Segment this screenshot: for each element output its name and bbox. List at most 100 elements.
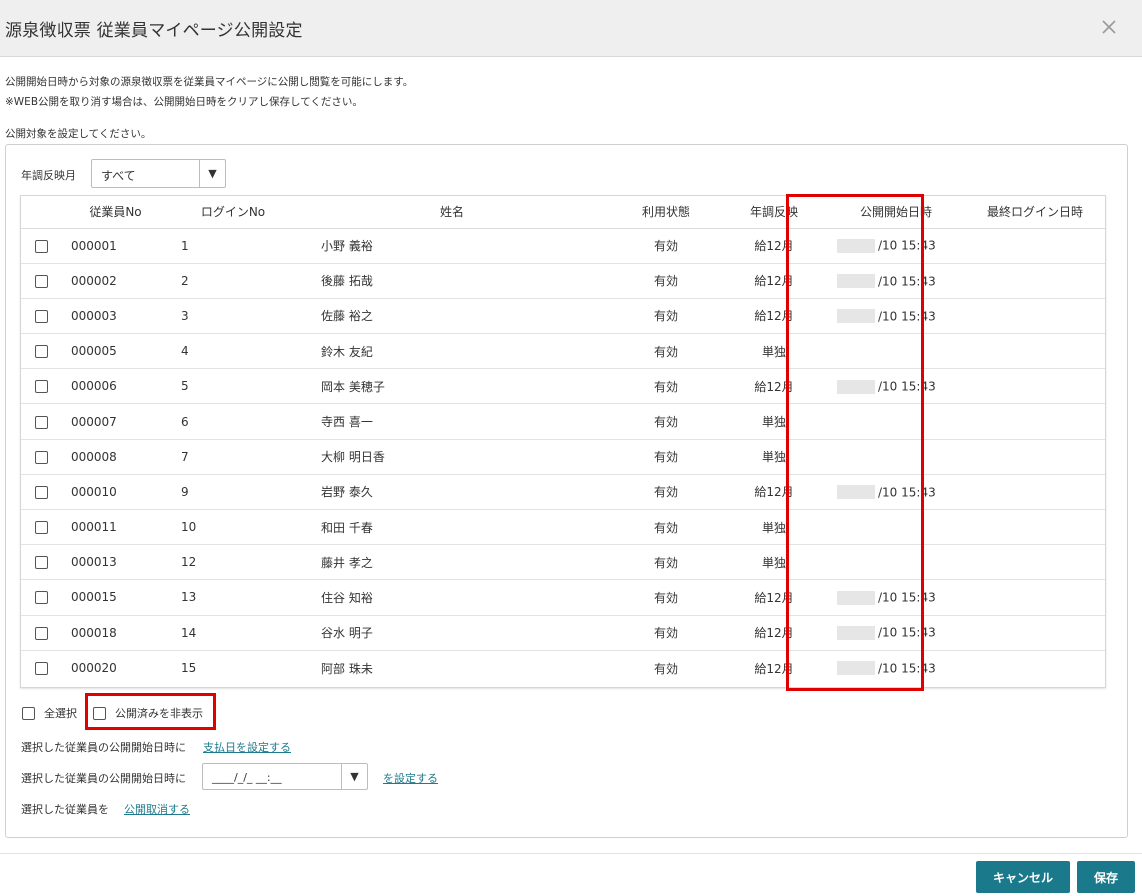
row-checkbox-cell[interactable] [21,263,58,299]
cell-name: 寺西 喜一 [293,403,611,440]
row-checkbox-cell[interactable] [21,439,58,475]
cell-name: 大柳 明日香 [293,439,611,475]
row-checkbox-cell[interactable] [21,333,58,370]
set-payday-link[interactable]: 支払日を設定する [203,739,291,755]
cell-last-login [965,368,1105,405]
datetime-dropdown-icon[interactable]: ▼ [341,764,367,789]
cell-nencho: 給12月 [721,615,827,651]
redacted-date [837,661,875,676]
row-checkbox[interactable] [34,345,48,359]
cell-publish-start-wrap: /10 15:43 [827,298,965,335]
dialog-title: 源泉徴収票 従業員マイページ公開設定 [5,21,303,41]
table-row[interactable]: 000001 1 小野 義裕 有効 給12月/10 15:43 [21,228,1105,264]
hide-published-option[interactable]: 公開済みを非表示 [93,705,203,721]
row-checkbox[interactable] [34,239,48,253]
redacted-date [837,485,875,500]
dropdown-arrow-icon[interactable]: ▼ [199,160,225,187]
cancel-publish-link[interactable]: 公開取消する [124,801,190,817]
cell-last-login [965,615,1105,651]
table-row[interactable]: 000006 5 岡本 美穂子 有効 給12月/10 15:43 [21,368,1105,405]
cell-status: 有効 [611,403,721,440]
cell-employee-no: 000020 [71,661,117,676]
table-row[interactable]: 000008 7 大柳 明日香 有効 単独 [21,439,1105,475]
table-row[interactable]: 000018 14 谷水 明子 有効 給12月/10 15:43 [21,615,1105,651]
header-publish-start: 公開開始日時 [827,196,965,229]
row-checkbox[interactable] [34,521,48,535]
cell-publish-start-wrap [827,439,965,475]
cell-last-login [965,439,1105,475]
cancel-button[interactable]: キャンセル [976,861,1070,893]
row-checkbox-cell[interactable] [21,544,58,581]
cell-login-no: 10 [173,509,293,546]
cell-name: 岡本 美穂子 [293,368,611,405]
description-line-1: 公開開始日時から対象の源泉徴収票を従業員マイページに公開し閲覧を可能にします。 [5,76,414,88]
row-checkbox[interactable] [34,274,48,288]
row-checkbox[interactable] [34,450,48,464]
table-row[interactable]: 000011 10 和田 千春 有効 単独 [21,509,1105,546]
cell-publish-start: /10 15:43 [878,309,936,324]
table-row[interactable]: 000003 3 佐藤 裕之 有効 給12月/10 15:43 [21,298,1105,335]
hide-published-checkbox[interactable] [93,706,106,720]
select-all-option[interactable]: 全選択 [22,705,77,721]
cell-employee-no: 000013 [58,544,173,581]
cell-login-no: 13 [173,579,293,616]
set-datetime-link[interactable]: を設定する [383,770,438,786]
cell-status: 有効 [611,263,721,299]
table-row[interactable]: 000005 4 鈴木 友紀 有効 単独 [21,333,1105,370]
redacted-date [837,379,875,394]
table-row[interactable]: 000020 15 阿部 珠未 有効 給12月/10 15:43 [21,650,1105,685]
cell-publish-start: /10 15:43 [878,625,936,640]
row-checkbox[interactable] [34,556,48,570]
footer-divider [0,853,1142,854]
cell-nencho: 給12月 [721,298,827,335]
cell-login-no: 7 [173,439,293,475]
row-checkbox[interactable] [34,415,48,429]
row-checkbox-cell[interactable] [21,615,58,651]
cell-status: 有効 [611,368,721,405]
row-checkbox[interactable] [34,380,48,394]
cell-employee-no: 000005 [58,333,173,370]
table-row[interactable]: 000010 9 岩野 泰久 有効 給12月/10 15:43 [21,474,1105,511]
row-checkbox-cell[interactable] [21,298,58,335]
cell-last-login [965,403,1105,440]
cell-name: 和田 千春 [293,509,611,546]
cell-employee-no: 000010 [58,474,173,511]
save-button[interactable]: 保存 [1077,861,1135,893]
row-checkbox[interactable] [34,485,48,499]
row-checkbox-cell[interactable] [21,368,58,405]
publish-datetime-input[interactable]: ____/_/_ __:__ ▼ [202,763,368,790]
cell-name: 阿部 珠未 [321,661,373,676]
cell-employee-no: 000006 [58,368,173,405]
table-row[interactable]: 000002 2 後藤 拓哉 有効 給12月/10 15:43 [21,263,1105,299]
cell-last-login [965,579,1105,616]
cell-publish-start-wrap [827,333,965,370]
row-checkbox[interactable] [34,626,48,640]
row-checkbox-cell[interactable] [21,650,58,685]
row-checkbox-cell[interactable] [21,579,58,616]
table-row[interactable]: 000013 12 藤井 孝之 有効 単独 [21,544,1105,581]
cell-status: 有効 [611,333,721,370]
cell-employee-no: 000008 [58,439,173,475]
cell-nencho: 単独 [721,333,827,370]
row-checkbox-cell[interactable] [21,509,58,546]
select-all-checkbox[interactable] [22,706,35,720]
cell-status: 有効 [611,298,721,335]
cell-last-login [965,509,1105,546]
cell-last-login [965,333,1105,370]
cell-publish-start-wrap [827,544,965,581]
nencho-month-select[interactable]: すべて ▼ [91,159,226,188]
cell-employee-no: 000018 [58,615,173,651]
row-checkbox[interactable] [34,591,48,605]
close-icon[interactable] [1096,14,1122,40]
row-checkbox[interactable] [34,662,48,676]
table-row[interactable]: 000007 6 寺西 喜一 有効 単独 [21,403,1105,440]
hide-published-label: 公開済みを非表示 [115,707,203,720]
table-row[interactable]: 000015 13 住谷 知裕 有効 給12月/10 15:43 [21,579,1105,616]
row-checkbox[interactable] [34,309,48,323]
cell-employee-no: 000003 [58,298,173,335]
row-checkbox-cell[interactable] [21,474,58,511]
row-checkbox-cell[interactable] [21,403,58,440]
cell-name: 谷水 明子 [293,615,611,651]
header-nencho: 年調反映 [721,196,827,229]
row-checkbox-cell[interactable] [21,228,58,264]
